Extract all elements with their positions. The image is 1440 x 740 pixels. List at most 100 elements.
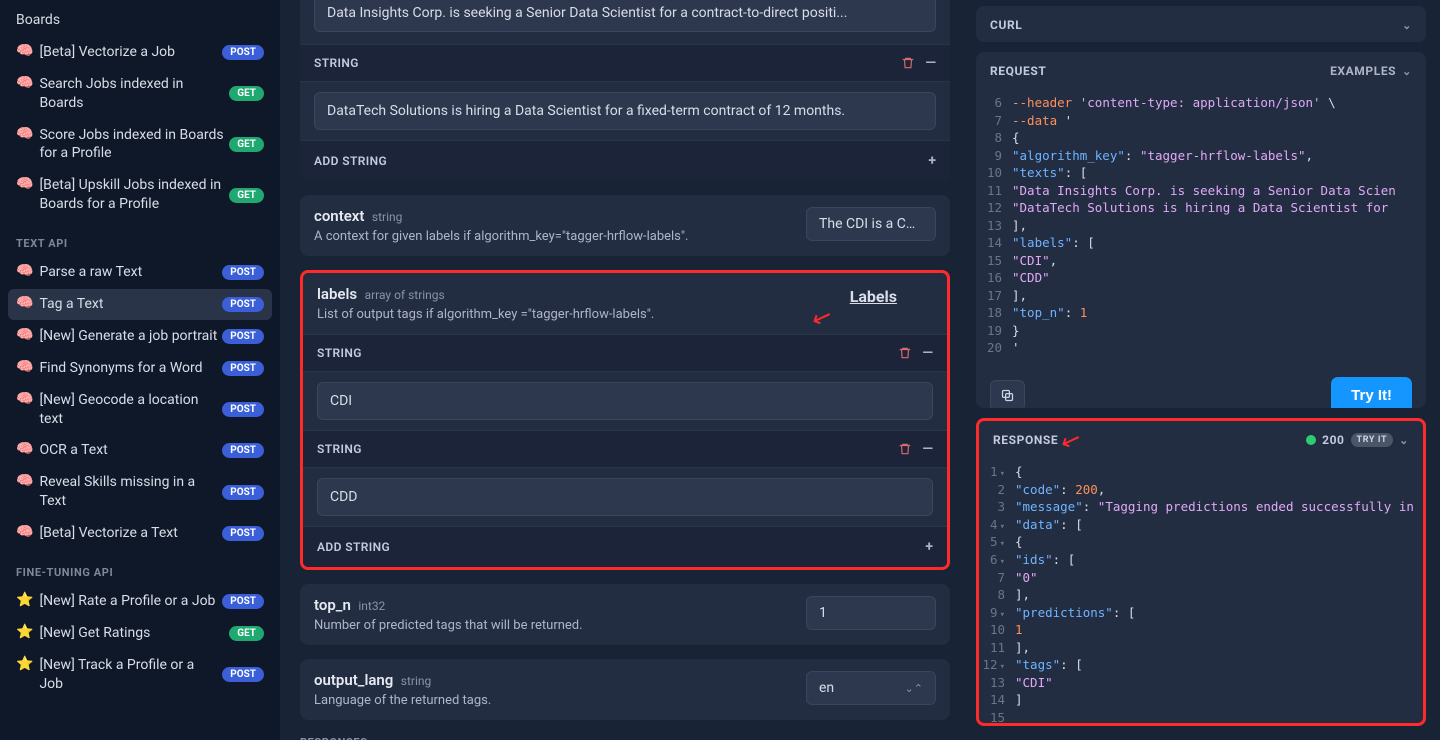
method-badge: POST <box>222 361 264 376</box>
sidebar-item-label: [New] Geocode a location text <box>39 391 218 429</box>
chevron-down-icon: ⌄ <box>1399 434 1409 447</box>
plus-icon: + <box>925 539 933 555</box>
collapse-icon[interactable]: — <box>922 345 933 361</box>
brain-icon: 🧠 <box>16 126 33 142</box>
brain-icon: ⭐ <box>16 624 33 640</box>
copy-button[interactable] <box>990 380 1025 408</box>
sidebar-item[interactable]: ⭐ [New] Get Ratings GET <box>8 618 272 649</box>
sidebar-item-label: [New] Rate a Profile or a Job <box>39 592 215 611</box>
context-input[interactable]: The CDI is a Contr <box>806 207 936 241</box>
sidebar: Boards 🧠[Beta] Vectorize a JobPOST 🧠 Sear… <box>0 0 280 740</box>
brain-icon: ⭐ <box>16 656 33 672</box>
param-labels: Labels ↙ labels array of strings List of… <box>300 270 950 570</box>
brain-icon: 🧠 <box>16 524 33 540</box>
sidebar-item[interactable]: 🧠 Tag a Text POST <box>8 289 272 320</box>
sidebar-item[interactable]: 🧠 OCR a Text POST <box>8 435 272 466</box>
param-context: context string A context for given label… <box>300 195 950 256</box>
labels-item-1[interactable]: CDD <box>317 478 933 516</box>
brain-icon: 🧠 <box>16 263 33 279</box>
add-string-button[interactable]: ADD STRING + <box>303 526 947 567</box>
response-status[interactable]: 200 TRY IT ⌄ <box>1306 433 1409 447</box>
method-badge: GET <box>229 626 264 641</box>
outputlang-select[interactable]: en ⌄⌃ <box>806 671 936 705</box>
texts-string-header: STRING — <box>300 44 950 81</box>
sidebar-item[interactable]: 🧠Reveal Skills missing in a TextPOST <box>8 467 272 517</box>
labels-item-0[interactable]: CDI <box>317 382 933 420</box>
delete-icon[interactable] <box>901 56 915 70</box>
main-content: Data Insights Corp. is seeking a Senior … <box>280 0 970 740</box>
sidebar-item[interactable]: 🧠 [New] Geocode a location text POST <box>8 385 272 435</box>
tryit-badge: TRY IT <box>1351 433 1394 447</box>
param-topn: top_n int32 Number of predicted tags tha… <box>300 584 950 645</box>
string-label: STRING <box>314 56 359 70</box>
method-badge: POST <box>222 443 264 458</box>
delete-icon[interactable] <box>898 346 912 360</box>
right-panel: CURL ⌄ REQUEST EXAMPLES ⌄ 6 --header 'co… <box>970 0 1440 740</box>
brain-icon: 🧠 <box>16 295 33 311</box>
method-badge: POST <box>222 485 264 500</box>
brain-icon: 🧠 <box>16 441 33 457</box>
sidebar-item-label: Boards <box>16 11 60 30</box>
annotation-labels: Labels <box>850 287 897 306</box>
sidebar-item[interactable]: 🧠 Find Synonyms for a Word POST <box>8 353 272 384</box>
try-it-button[interactable]: Try It! <box>1331 377 1412 408</box>
select-chevron-icon: ⌄⌃ <box>905 682 923 695</box>
texts-item-0[interactable]: Data Insights Corp. is seeking a Senior … <box>314 0 936 32</box>
sidebar-item-label: [Beta] Upskill Jobs indexed in Boards fo… <box>39 176 225 214</box>
sidebar-item-label: OCR a Text <box>39 441 107 460</box>
method-badge: POST <box>222 45 264 60</box>
section-finetune-api: FINE-TUNING API <box>8 550 272 585</box>
string-label: STRING <box>317 442 362 456</box>
section-text-api: TEXT API <box>8 221 272 256</box>
param-texts: Data Insights Corp. is seeking a Senior … <box>300 0 950 181</box>
examples-dropdown[interactable]: EXAMPLES ⌄ <box>1330 64 1412 78</box>
chevron-down-icon[interactable]: ⌄ <box>1402 19 1412 32</box>
method-badge: POST <box>222 297 264 312</box>
sidebar-item[interactable]: ⭐[New] Track a Profile or a JobPOST <box>8 650 272 700</box>
method-badge: POST <box>222 329 264 344</box>
sidebar-item[interactable]: 🧠 Score Jobs indexed in Boards for a Prof… <box>8 120 272 170</box>
param-outputlang: output_lang string Language of the retur… <box>300 659 950 720</box>
sidebar-item-label: [New] Get Ratings <box>39 624 150 643</box>
sidebar-item[interactable]: 🧠Parse a raw TextPOST <box>8 257 272 288</box>
plus-icon: + <box>928 153 936 169</box>
sidebar-item-label: [New] Generate a job portrait <box>39 327 217 346</box>
method-badge: GET <box>229 137 264 152</box>
sidebar-item[interactable]: Boards <box>8 5 272 36</box>
request-panel: REQUEST EXAMPLES ⌄ 6 --header 'content-t… <box>976 52 1426 408</box>
response-panel: ↙ RESPONSE 200 TRY IT ⌄ 1▾{2 "code": 200… <box>976 418 1426 726</box>
sidebar-item-label: Search Jobs indexed in Boards <box>39 75 225 113</box>
sidebar-item-label: Tag a Text <box>39 295 103 314</box>
brain-icon: 🧠 <box>16 391 33 407</box>
method-badge: POST <box>222 402 264 417</box>
delete-icon[interactable] <box>898 442 912 456</box>
method-badge: GET <box>229 188 264 203</box>
responses-title: RESPONSES <box>300 736 950 740</box>
collapse-icon[interactable]: — <box>925 55 936 71</box>
sidebar-item-label: Find Synonyms for a Word <box>39 359 202 378</box>
method-badge: POST <box>222 265 264 280</box>
brain-icon: 🧠 <box>16 327 33 343</box>
sidebar-item[interactable]: 🧠[Beta] Vectorize a TextPOST <box>8 518 272 549</box>
method-badge: GET <box>229 86 264 101</box>
brain-icon: 🧠 <box>16 473 33 489</box>
sidebar-item-label: Score Jobs indexed in Boards for a Profi… <box>39 126 225 164</box>
texts-item-1[interactable]: DataTech Solutions is hiring a Data Scie… <box>314 92 936 130</box>
collapse-icon[interactable]: — <box>922 441 933 457</box>
status-dot-icon <box>1306 435 1316 445</box>
method-badge: POST <box>222 526 264 541</box>
brain-icon: 🧠 <box>16 176 33 192</box>
response-code: 1▾{2 "code": 200,3 "message": "Tagging p… <box>979 459 1423 726</box>
topn-input[interactable]: 1 <box>806 596 936 630</box>
add-string-button[interactable]: ADD STRING + <box>300 140 950 181</box>
brain-icon: ⭐ <box>16 592 33 608</box>
sidebar-item[interactable]: 🧠 Search Jobs indexed in Boards GET <box>8 69 272 119</box>
sidebar-item[interactable]: 🧠 [Beta] Upskill Jobs indexed in Boards f… <box>8 170 272 220</box>
brain-icon: 🧠 <box>16 359 33 375</box>
method-badge: POST <box>222 667 264 682</box>
brain-icon: 🧠 <box>16 75 33 91</box>
sidebar-item[interactable]: 🧠[Beta] Vectorize a JobPOST <box>8 37 272 68</box>
curl-panel: CURL ⌄ <box>976 6 1426 42</box>
sidebar-item[interactable]: ⭐[New] Rate a Profile or a JobPOST <box>8 586 272 617</box>
sidebar-item[interactable]: 🧠 [New] Generate a job portrait POST <box>8 321 272 352</box>
